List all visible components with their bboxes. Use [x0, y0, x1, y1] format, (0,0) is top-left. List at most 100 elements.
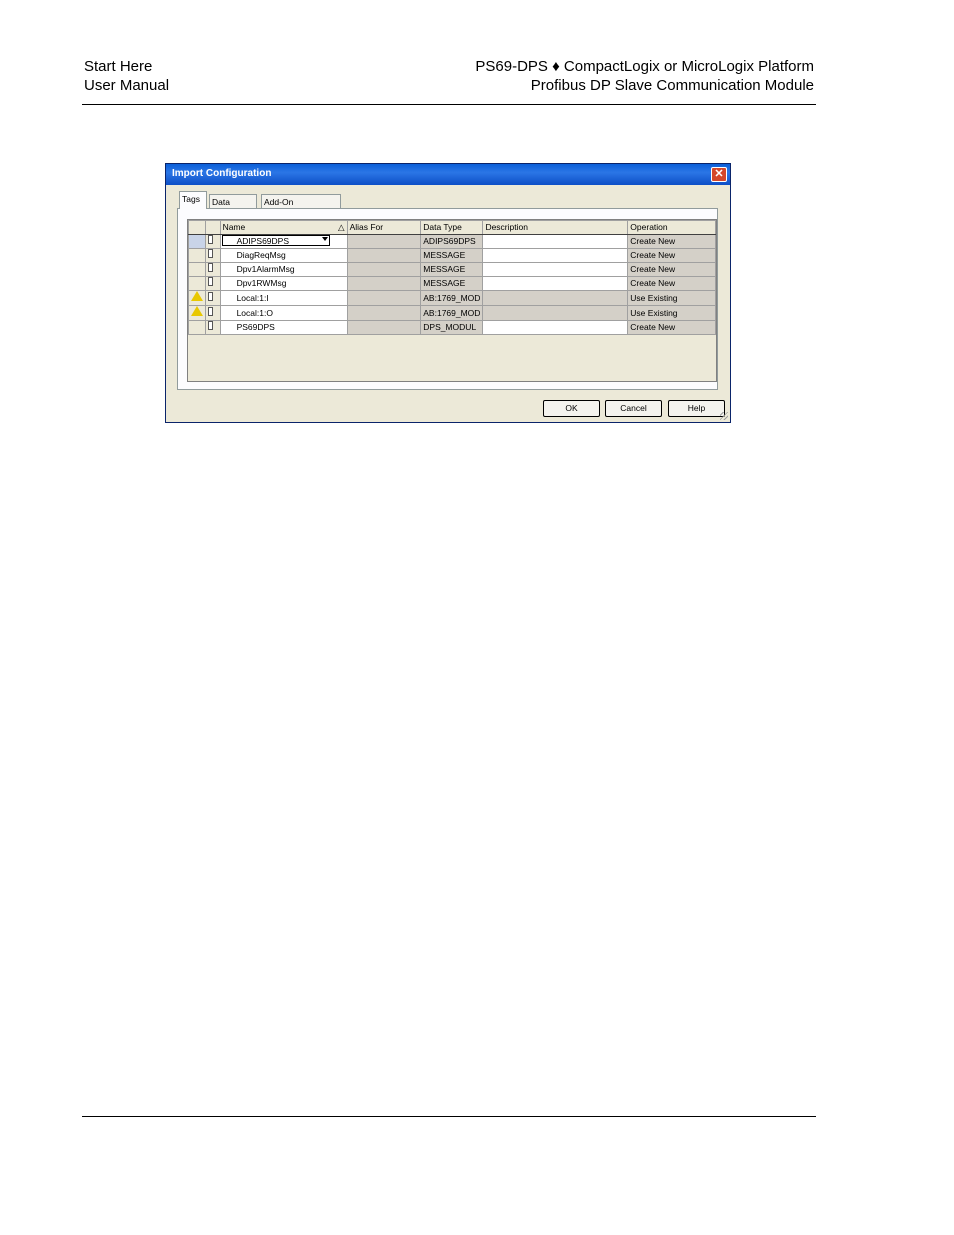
row-icon-cell [205, 248, 221, 263]
operation-cell[interactable]: Create New [627, 262, 716, 277]
operation-cell[interactable]: Create New [627, 248, 716, 263]
alias-cell[interactable] [346, 262, 422, 277]
name-cell[interactable]: Local:1:O [219, 305, 348, 321]
col-data-type[interactable]: Data Type [420, 220, 484, 235]
tab-add-on-instructions[interactable]: Add-On Instructions [261, 194, 341, 221]
table-row[interactable]: Local:1:O AB:1769_MOD Use Existing [188, 305, 716, 321]
name-cell[interactable]: ADIPS69DPS [219, 234, 348, 249]
data-type-cell: MESSAGE [420, 248, 484, 263]
tag-icon [208, 321, 213, 330]
description-cell[interactable] [482, 248, 629, 263]
table-row[interactable]: DiagReqMsg MESSAGE Create New [188, 248, 716, 263]
table-row[interactable]: Local:1:I AB:1769_MOD Use Existing [188, 290, 716, 306]
row-status[interactable] [188, 305, 206, 321]
row-status[interactable] [188, 248, 206, 263]
row-status[interactable] [188, 234, 206, 249]
description-cell[interactable] [482, 262, 629, 277]
data-type-cell: ADIPS69DPS [420, 234, 484, 249]
name-value: PS69DPS [236, 322, 275, 332]
tags-table: Name △ Alias For Data Type Description Op… [188, 220, 716, 335]
col-description[interactable]: Description [482, 220, 629, 235]
header-left: Start Here User Manual [84, 57, 169, 95]
col-name-label: Name [222, 222, 246, 232]
header-subtitle: User Manual [84, 77, 170, 94]
warning-icon [191, 306, 203, 316]
operation-cell[interactable]: Create New [627, 234, 716, 249]
tag-icon [208, 235, 213, 244]
data-type-cell: MESSAGE [420, 262, 484, 277]
operation-cell[interactable]: Use Existing [627, 290, 716, 306]
name-value: ADIPS69DPS [236, 236, 290, 246]
header-divider [82, 104, 816, 105]
data-type-cell: AB:1769_MOD [420, 290, 484, 306]
description-cell[interactable] [482, 234, 629, 249]
tag-icon [208, 291, 213, 301]
row-icon-cell [205, 262, 221, 277]
header-product: PS69-DPS ♦ CompactLogix or MicroLogix Pl… [475, 58, 814, 75]
table-row[interactable]: Dpv1AlarmMsg MESSAGE Create New [188, 262, 716, 277]
sort-icon: △ [338, 222, 345, 232]
operation-cell[interactable]: Create New [627, 276, 716, 291]
data-type-cell: AB:1769_MOD [420, 305, 484, 321]
tab-panel: Name △ Alias For Data Type Description Op… [177, 208, 718, 390]
resize-grip-icon[interactable] [720, 412, 728, 420]
tags-table-body: ADIPS69DPS ADIPS69DPS Create New DiagReqMsg… [188, 234, 716, 335]
name-cell[interactable]: PS69DPS [219, 320, 348, 335]
name-cell[interactable]: Dpv1AlarmMsg [219, 262, 348, 277]
tag-icon [208, 306, 213, 316]
name-value: Dpv1RWMsg [236, 278, 287, 288]
cancel-button[interactable]: Cancel [605, 400, 662, 417]
operation-cell[interactable]: Create New [627, 320, 716, 335]
tags-grid: Name △ Alias For Data Type Description Op… [187, 219, 717, 382]
dialog-title: Import Configuration [172, 168, 272, 179]
description-cell[interactable] [482, 276, 629, 291]
close-icon[interactable]: ✕ [711, 167, 727, 182]
table-row[interactable]: Dpv1RWMsg MESSAGE Create New [188, 276, 716, 291]
name-value: Dpv1AlarmMsg [236, 264, 295, 274]
row-status[interactable] [188, 290, 206, 306]
dialog-titlebar[interactable]: Import Configuration ✕ [166, 164, 730, 185]
name-value: DiagReqMsg [236, 250, 286, 260]
description-cell[interactable] [482, 290, 629, 306]
name-dropdown[interactable]: ADIPS69DPS [221, 235, 330, 246]
col-alias-for[interactable]: Alias For [346, 220, 422, 235]
footer-divider [82, 1116, 816, 1117]
help-button[interactable]: Help [668, 400, 725, 417]
row-status[interactable] [188, 320, 206, 335]
col-icon [205, 220, 221, 235]
col-status [188, 220, 206, 235]
alias-cell[interactable] [346, 305, 422, 321]
col-operation[interactable]: Operation [627, 220, 716, 235]
table-row[interactable]: ADIPS69DPS ADIPS69DPS Create New [188, 234, 716, 249]
col-name[interactable]: Name △ [219, 220, 348, 235]
alias-cell[interactable] [346, 290, 422, 306]
row-icon-cell [205, 320, 221, 335]
tab-tags[interactable]: Tags [179, 191, 207, 209]
name-value: Local:1:I [236, 292, 269, 303]
header-module: Profibus DP Slave Communication Module [530, 77, 814, 94]
alias-cell[interactable] [346, 276, 422, 291]
dropdown-arrow-icon[interactable] [321, 237, 328, 241]
alias-cell[interactable] [346, 248, 422, 263]
tag-icon [208, 263, 213, 272]
warning-icon [191, 291, 203, 301]
description-cell[interactable] [482, 305, 629, 321]
data-type-cell: MESSAGE [420, 276, 484, 291]
header-title: Start Here [84, 58, 153, 75]
name-cell[interactable]: Dpv1RWMsg [219, 276, 348, 291]
row-icon-cell [205, 276, 221, 291]
table-row[interactable]: PS69DPS DPS_MODUL Create New [188, 320, 716, 335]
row-status[interactable] [188, 262, 206, 277]
name-cell[interactable]: Local:1:I [219, 290, 348, 306]
alias-cell[interactable] [346, 320, 422, 335]
row-status[interactable] [188, 276, 206, 291]
tab-data-types[interactable]: Data Types [209, 194, 257, 221]
tag-icon [208, 249, 213, 258]
import-configuration-dialog: Import Configuration ✕ Tags Data Types A… [165, 163, 731, 423]
description-cell[interactable] [482, 320, 629, 335]
alias-cell[interactable] [346, 234, 422, 249]
ok-button[interactable]: OK [543, 400, 600, 417]
operation-cell[interactable]: Use Existing [627, 305, 716, 321]
header-right: PS69-DPS ♦ CompactLogix or MicroLogix Pl… [475, 57, 814, 95]
name-cell[interactable]: DiagReqMsg [219, 248, 348, 263]
